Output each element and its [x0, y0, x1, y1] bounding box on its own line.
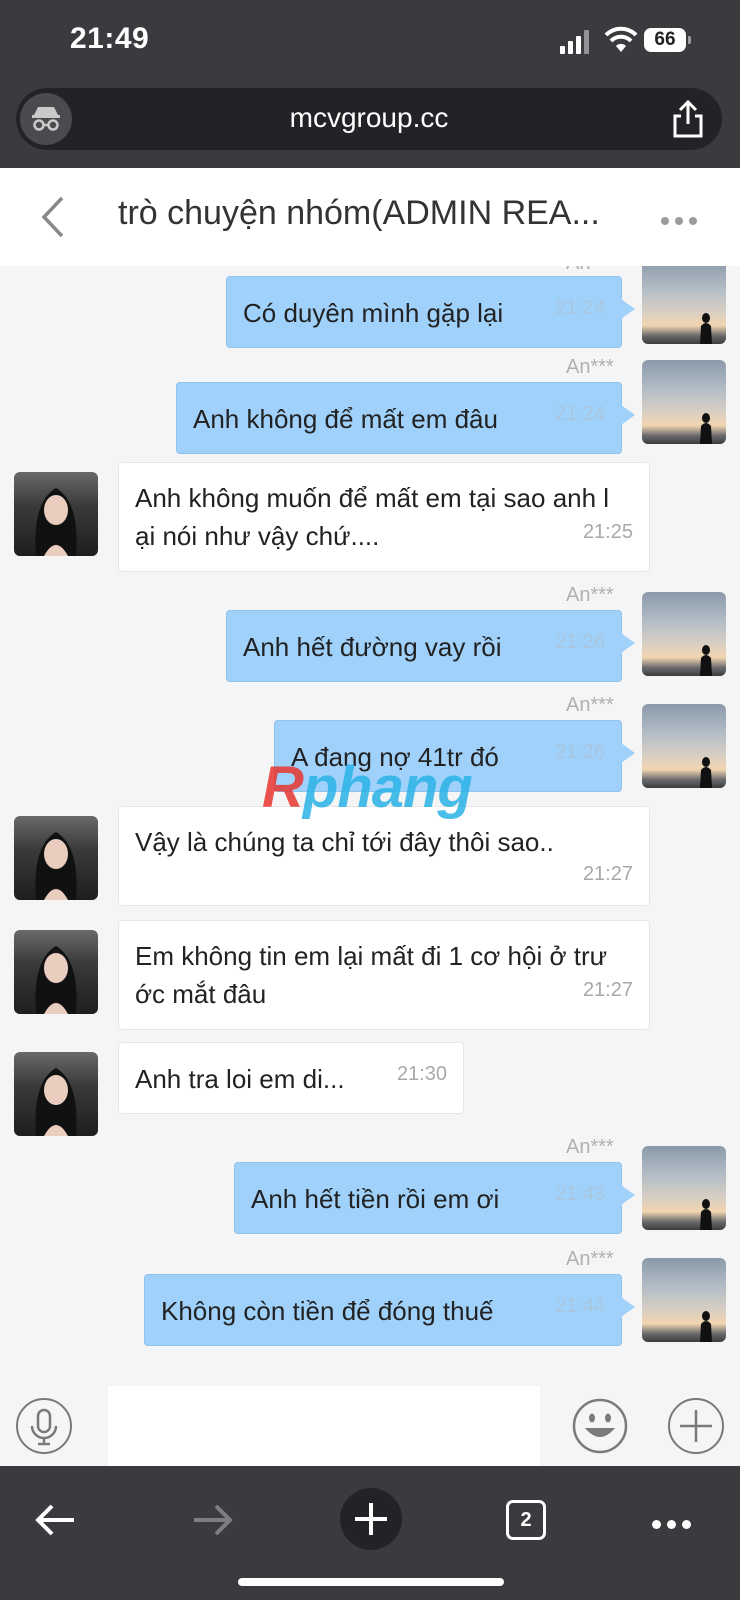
message-sender: An***	[566, 1248, 614, 1270]
address-bar[interactable]: mcvgroup.cc	[16, 88, 722, 150]
emoji-icon[interactable]	[572, 1398, 628, 1454]
wifi-icon	[604, 26, 638, 52]
girl-avatar-image	[35, 832, 77, 900]
message-list[interactable]: An*** Có duyên mình gặp lại 21:24 An*** …	[0, 266, 740, 1386]
sky-avatar-image	[700, 313, 712, 344]
avatar[interactable]	[642, 592, 726, 676]
plus-icon	[355, 1503, 387, 1535]
plus-icon[interactable]	[668, 1398, 724, 1454]
avatar[interactable]	[642, 1258, 726, 1342]
chat-title: trò chuyện nhóm(ADMIN REA...	[118, 194, 600, 232]
avatar[interactable]	[14, 1052, 98, 1136]
arrow-left-icon[interactable]	[34, 1502, 78, 1538]
sky-avatar-image	[700, 413, 712, 444]
avatar[interactable]	[642, 704, 726, 788]
message-sender: An***	[566, 356, 614, 378]
url-text[interactable]: mcvgroup.cc	[16, 102, 722, 134]
message-bubble[interactable]: Anh không để mất em đâu 21:24	[176, 382, 635, 454]
message-bubble[interactable]: Không còn tiền để đóng thuế 21:44	[144, 1274, 635, 1346]
back-chevron-icon[interactable]	[34, 192, 74, 242]
avatar[interactable]	[642, 360, 726, 444]
status-bar: 21:49 66	[0, 0, 740, 84]
avatar[interactable]	[14, 472, 98, 556]
new-tab-button[interactable]	[340, 1488, 402, 1550]
message-bubble[interactable]: Có duyên mình gặp lại 21:24	[226, 276, 635, 348]
status-time: 21:49	[70, 22, 150, 55]
girl-avatar-image	[35, 488, 77, 556]
message-bubble[interactable]: Anh hết đường vay rồi 21:26	[226, 610, 635, 682]
tabs-icon[interactable]: 2	[506, 1500, 546, 1540]
girl-avatar-image	[35, 946, 77, 1014]
message-bubble[interactable]: Anh hết tiền rồi em ơi 21:43	[234, 1162, 635, 1234]
battery-indicator: 66	[644, 28, 691, 52]
more-icon[interactable]	[649, 1516, 694, 1534]
message-sender: An***	[566, 694, 614, 716]
microphone-icon[interactable]	[16, 1398, 72, 1454]
watermark-logo: Rphang	[262, 755, 473, 820]
home-indicator	[238, 1578, 504, 1586]
chat-header: trò chuyện nhóm(ADMIN REA...	[0, 168, 740, 266]
browser-toolbar: 2	[0, 1466, 740, 1600]
message-sender: An***	[566, 1136, 614, 1158]
avatar[interactable]	[14, 930, 98, 1014]
cellular-signal-icon	[560, 30, 590, 54]
sky-avatar-image	[700, 1311, 712, 1342]
message-input[interactable]	[108, 1386, 540, 1468]
browser-address-area: mcvgroup.cc	[0, 84, 740, 168]
message-bubble[interactable]: Em không tin em lại mất đi 1 cơ hội ở tr…	[118, 920, 650, 1030]
avatar[interactable]	[642, 266, 726, 344]
message-sender: An***	[566, 584, 614, 606]
avatar[interactable]	[642, 1146, 726, 1230]
arrow-right-icon[interactable]	[190, 1502, 234, 1538]
sky-avatar-image	[700, 645, 712, 676]
sky-avatar-image	[700, 757, 712, 788]
share-icon[interactable]	[670, 100, 706, 138]
message-sender: An***	[566, 266, 614, 275]
message-bubble[interactable]: Vậy là chúng ta chỉ tới đây thôi sao.. 2…	[118, 806, 650, 906]
message-bubble[interactable]: Anh tra loi em di... 21:30	[118, 1042, 464, 1114]
girl-avatar-image	[35, 1068, 77, 1136]
avatar[interactable]	[14, 816, 98, 900]
message-bubble[interactable]: Anh không muốn để mất em tại sao anh l ạ…	[118, 462, 650, 572]
sky-avatar-image	[700, 1199, 712, 1230]
more-icon[interactable]	[658, 212, 700, 230]
message-input-bar	[0, 1386, 740, 1468]
